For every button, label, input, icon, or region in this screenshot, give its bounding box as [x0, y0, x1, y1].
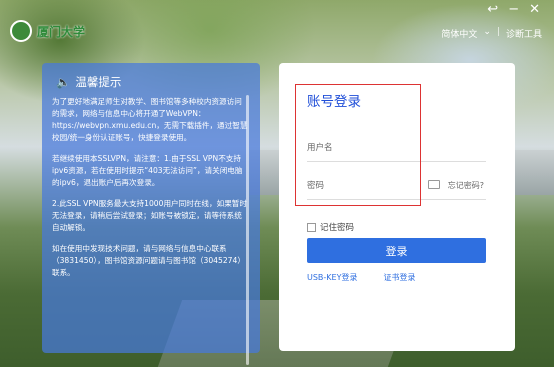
notice-paragraph: 为了更好地满足师生对教学、图书馆等多种校内资源访问的需求，网络与信息中心将开通了… [52, 97, 248, 142]
header-links: 简体中文 ⌄ | 诊断工具 [441, 27, 542, 40]
cert-login-link[interactable]: 证书登录 [384, 272, 416, 283]
remember-checkbox[interactable] [307, 222, 316, 232]
header-separator: | [496, 27, 500, 37]
remember-label: 记住密码 [320, 223, 355, 233]
back-icon[interactable]: ↩ [487, 2, 498, 17]
chevron-down-icon[interactable]: ⌄ [483, 27, 491, 40]
notice-paragraph: 若继续使用本SSLVPN，请注意：1.由于SSL VPN不支持ipv6资源，若在… [52, 154, 243, 187]
login-button[interactable]: 登录 [307, 238, 486, 263]
logo-emblem-icon [10, 20, 32, 42]
close-icon[interactable]: ✕ [529, 2, 540, 17]
notice-scrollbar[interactable] [246, 95, 249, 365]
remember-password[interactable]: 记住密码 [307, 221, 354, 233]
alt-login-links: USB-KEY登录 证书登录 [307, 272, 416, 283]
language-select[interactable]: 简体中文 [441, 27, 477, 40]
keyboard-icon[interactable] [428, 180, 440, 189]
diagnose-tool-link[interactable]: 诊断工具 [506, 27, 542, 40]
notice-paragraph: 如在使用中发现技术问题，请与网络与信息中心联系（3831450），图书馆资源问题… [52, 244, 245, 277]
forgot-password-link[interactable]: 忘记密码? [448, 180, 484, 191]
minimize-icon[interactable]: − [508, 2, 519, 17]
notice-paragraph: 2.此SSL VPN服务最大支持1000用户同时在线，如果暂时无法登录，请稍后尝… [52, 199, 247, 232]
usb-key-login-link[interactable]: USB-KEY登录 [307, 272, 358, 283]
logo: 厦门大学 [10, 20, 85, 42]
notice-panel: 🔈 温馨提示 为了更好地满足师生对教学、图书馆等多种校内资源访问的需求，网络与信… [42, 63, 260, 353]
logo-text: 厦门大学 [37, 24, 86, 39]
notice-title: 温馨提示 [75, 75, 122, 89]
window-controls: ↩ − ✕ [487, 2, 540, 17]
notice-header: 🔈 温馨提示 [42, 63, 260, 90]
notice-body: 为了更好地满足师生对教学、图书馆等多种校内资源访问的需求，网络与信息中心将开通了… [52, 96, 248, 346]
speaker-icon: 🔈 [56, 75, 71, 89]
highlight-box [295, 84, 421, 206]
